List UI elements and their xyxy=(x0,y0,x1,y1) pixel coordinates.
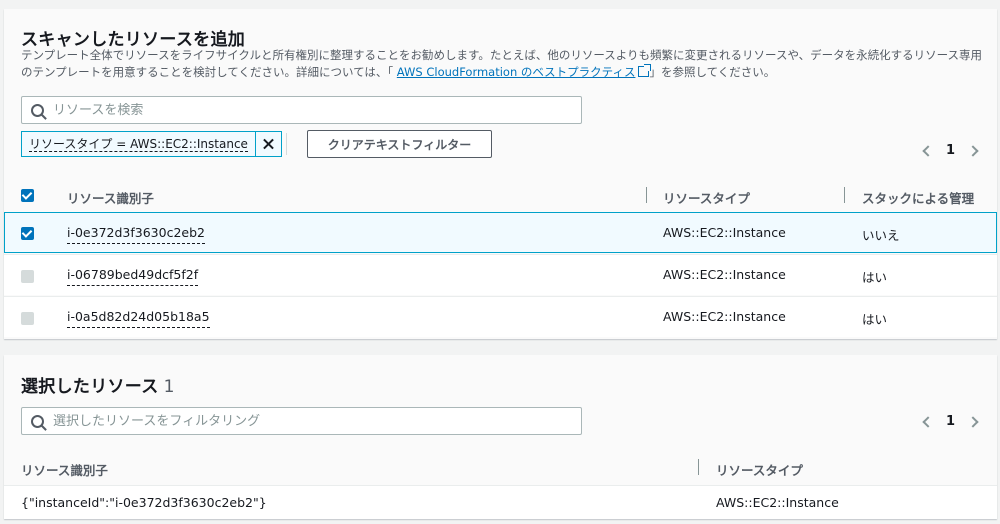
resource-type: AWS::EC2::Instance xyxy=(663,309,786,324)
divider xyxy=(286,133,287,155)
close-icon[interactable] xyxy=(254,132,281,156)
column-header-managed[interactable]: スタックによる管理 xyxy=(862,188,974,207)
resource-search-input[interactable] xyxy=(53,102,553,118)
select-all-checkbox[interactable] xyxy=(21,189,34,202)
column-header-type[interactable]: リソースタイプ xyxy=(663,188,750,207)
external-link-icon xyxy=(638,64,652,77)
selected-filter[interactable] xyxy=(21,407,582,435)
resource-type: AWS::EC2::Instance xyxy=(716,495,839,510)
clear-filter-button[interactable]: クリアテキストフィルター xyxy=(307,130,492,158)
managed-status: いいえ xyxy=(862,228,900,243)
scanned-resources-panel: スキャンしたリソースを追加 テンプレート全体でリソースをライフサイクルと所有権別… xyxy=(4,9,997,339)
table-header: リソース識別子 リソースタイプ スタックによる管理 xyxy=(4,179,997,211)
search-icon xyxy=(31,414,44,428)
table-row[interactable]: i-06789bed49dcf5f2f AWS::EC2::Instance は… xyxy=(4,254,997,295)
page-number[interactable]: 1 xyxy=(946,414,955,429)
filter-token: リソースタイプ = AWS::EC2::Instance xyxy=(21,131,282,157)
column-divider[interactable] xyxy=(698,459,699,475)
table-row[interactable]: i-0a5d82d24d05b18a5 AWS::EC2::Instance は… xyxy=(4,296,997,337)
row-checkbox[interactable] xyxy=(21,270,34,283)
selected-count: 1 xyxy=(163,377,175,397)
resource-type: AWS::EC2::Instance xyxy=(663,267,786,282)
filter-token-label[interactable]: リソースタイプ = AWS::EC2::Instance xyxy=(22,132,255,156)
table-row[interactable]: i-0e372d3f3630c2eb2 AWS::EC2::Instance い… xyxy=(4,212,997,253)
selected-resources-panel: 選択したリソース1 1 リソース識別子 リソースタイプ {"instanceId… xyxy=(4,355,997,519)
resource-id[interactable]: i-0e372d3f3630c2eb2 xyxy=(67,225,205,244)
column-header-id[interactable]: リソース識別子 xyxy=(67,188,154,207)
best-practices-link[interactable]: AWS CloudFormation のベストプラクティス xyxy=(397,65,636,79)
search-icon xyxy=(31,103,44,117)
managed-status: はい xyxy=(862,270,888,285)
resource-type: AWS::EC2::Instance xyxy=(663,225,786,240)
column-divider[interactable] xyxy=(844,187,845,203)
row-checkbox[interactable] xyxy=(21,312,34,325)
selected-filter-input[interactable] xyxy=(53,413,553,429)
row-checkbox[interactable] xyxy=(21,227,34,240)
resource-id: {"instanceId":"i-0e372d3f3630c2eb2"} xyxy=(21,495,267,510)
table-header: リソース識別子 リソースタイプ xyxy=(4,451,997,483)
pagination: 1 xyxy=(922,414,979,429)
page-number[interactable]: 1 xyxy=(946,143,955,158)
column-divider[interactable] xyxy=(646,187,647,203)
chevron-left-icon[interactable] xyxy=(922,144,934,157)
description-text-end: 」を参照してください。 xyxy=(649,65,776,79)
resource-search[interactable] xyxy=(21,96,582,124)
table-row: {"instanceId":"i-0e372d3f3630c2eb2"} AWS… xyxy=(4,485,997,519)
pagination: 1 xyxy=(922,143,979,158)
column-header-type[interactable]: リソースタイプ xyxy=(716,460,803,479)
column-header-id[interactable]: リソース識別子 xyxy=(21,460,108,479)
panel-description: テンプレート全体でリソースをライフサイクルと所有権別に整理することをお勧めします… xyxy=(21,47,986,81)
resource-id[interactable]: i-0a5d82d24d05b18a5 xyxy=(67,309,210,328)
managed-status: はい xyxy=(862,312,888,327)
resource-id[interactable]: i-06789bed49dcf5f2f xyxy=(67,267,199,286)
chevron-left-icon[interactable] xyxy=(922,415,934,428)
selected-title: 選択したリソース xyxy=(21,377,159,397)
chevron-right-icon[interactable] xyxy=(967,415,979,428)
panel-title: 選択したリソース 1 xyxy=(21,372,175,397)
chevron-right-icon[interactable] xyxy=(967,144,979,157)
